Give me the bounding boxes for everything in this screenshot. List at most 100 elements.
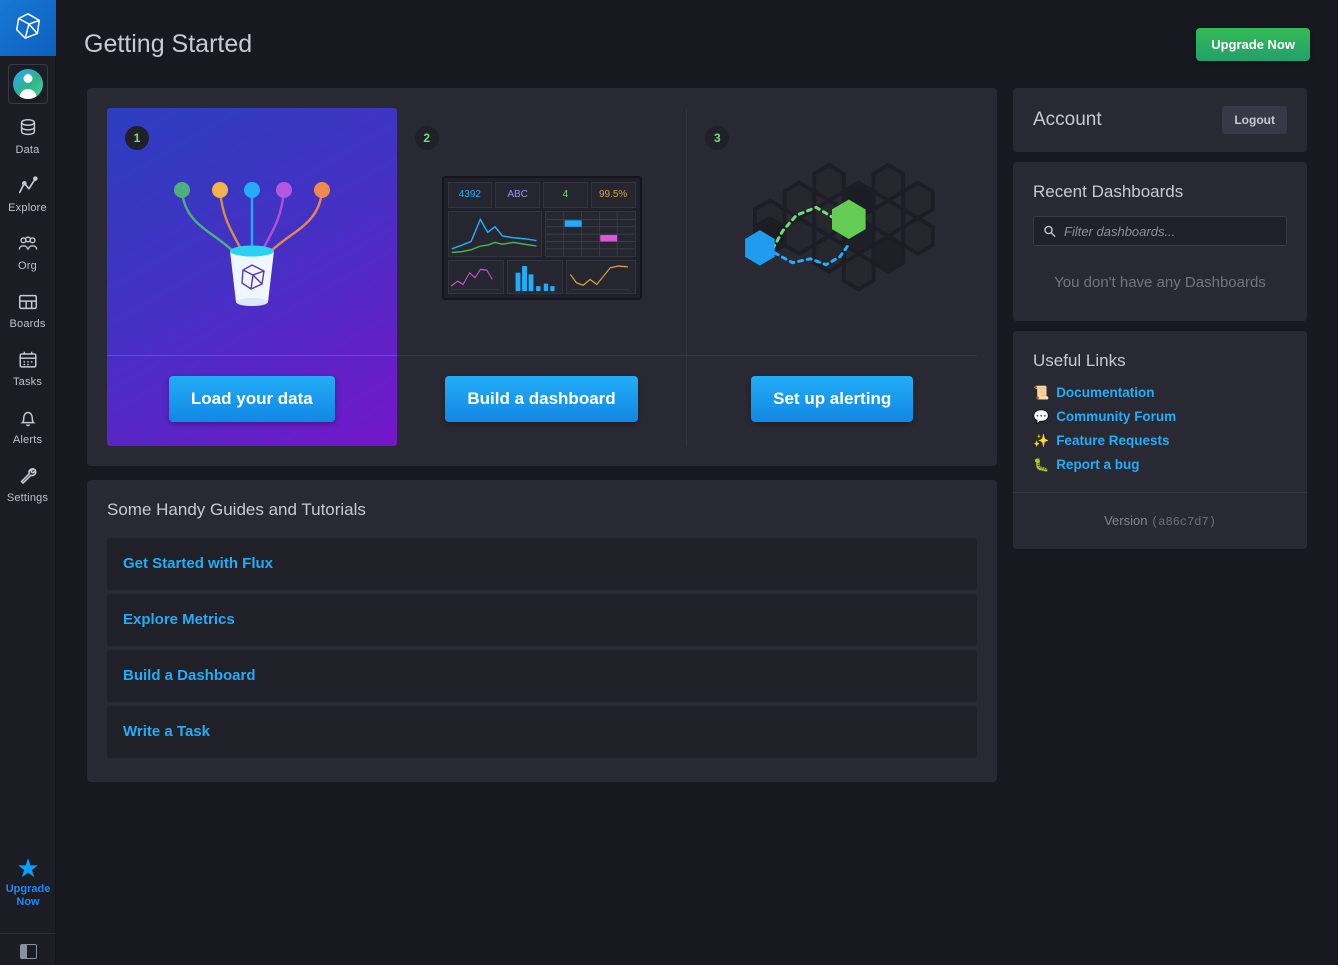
mini-gold-line-chart	[566, 260, 636, 294]
sidebar-item-label: Boards	[9, 318, 45, 330]
app-logo-button[interactable]	[0, 0, 56, 56]
wrench-icon	[17, 464, 39, 488]
account-panel: Account Logout	[1013, 88, 1307, 152]
step-number-badge: 2	[415, 126, 439, 150]
mini-line-chart	[448, 211, 542, 257]
step-card-build-dashboard: 2 4392 ABC 4 99.5%	[397, 108, 688, 446]
line-chart-icon	[17, 174, 39, 198]
guide-link-write-a-task[interactable]: Write a Task	[123, 723, 210, 740]
sidebar-item-settings[interactable]: Settings	[0, 452, 56, 510]
sidebar-upgrade-now-button[interactable]: ★ Upgrade Now	[0, 855, 56, 909]
upgrade-line-2: Now	[16, 896, 39, 908]
speech-balloon-icon: 💬	[1033, 410, 1049, 423]
step-card-set-up-alerting: 3	[687, 108, 977, 446]
influx-logo-icon	[13, 11, 43, 46]
guide-link-explore-metrics[interactable]: Explore Metrics	[123, 611, 235, 628]
sidebar-item-label: Data	[15, 144, 39, 156]
expand-panel-icon	[20, 944, 37, 959]
mini-stat-cell: 4	[543, 182, 588, 208]
upgrade-line-1: Upgrade	[6, 883, 51, 895]
page-header: Getting Started Upgrade Now	[56, 0, 1338, 88]
guides-title: Some Handy Guides and Tutorials	[107, 500, 977, 520]
mini-bar-chart	[507, 260, 563, 294]
dashboard-filter-box[interactable]	[1033, 216, 1287, 246]
useful-links-panel: Useful Links 📜 Documentation 💬 Community…	[1013, 331, 1307, 549]
version-label: Version	[1104, 513, 1147, 528]
useful-links-title: Useful Links	[1033, 351, 1287, 371]
list-item[interactable]: Explore Metrics	[107, 594, 977, 646]
set-up-alerting-button[interactable]: Set up alerting	[751, 376, 913, 422]
sidebar-item-org[interactable]: Org	[0, 220, 56, 278]
list-item[interactable]: 📜 Documentation	[1033, 385, 1287, 400]
database-icon	[17, 116, 39, 140]
mini-heatmap-table	[545, 211, 636, 257]
step-illustration	[107, 108, 397, 355]
account-title: Account	[1033, 109, 1102, 131]
sidebar-item-label: Settings	[7, 492, 48, 504]
page-content: 1	[56, 88, 1338, 782]
useful-links-list: 📜 Documentation 💬 Community Forum ✨ Feat…	[1033, 385, 1287, 476]
list-item[interactable]: Build a Dashboard	[107, 650, 977, 702]
step-illustration	[687, 108, 977, 355]
left-navigation-bar: Data Explore Org	[0, 0, 56, 965]
scroll-icon: 📜	[1033, 386, 1049, 399]
step-footer: Build a dashboard	[397, 355, 687, 446]
sidebar-item-explore[interactable]: Explore	[0, 162, 56, 220]
mini-dashboard-icon: 4392 ABC 4 99.5%	[442, 176, 642, 300]
avatar-body	[19, 89, 36, 99]
guide-link-get-started-with-flux[interactable]: Get Started with Flux	[123, 555, 273, 572]
mini-dashboard-stat-row: 4392 ABC 4 99.5%	[448, 182, 636, 208]
avatar	[13, 69, 43, 99]
build-a-dashboard-button[interactable]: Build a dashboard	[445, 376, 637, 422]
expand-navbar-button[interactable]	[0, 933, 56, 959]
list-item[interactable]: Write a Task	[107, 706, 977, 758]
dashboard-grid-icon	[17, 290, 39, 314]
step-number-badge: 1	[125, 126, 149, 150]
sidebar-item-label: Explore	[8, 202, 47, 214]
people-icon	[17, 232, 39, 256]
guide-link-build-a-dashboard[interactable]: Build a Dashboard	[123, 667, 256, 684]
page-title: Getting Started	[84, 30, 252, 59]
user-avatar-button[interactable]	[8, 64, 48, 104]
load-your-data-button[interactable]: Load your data	[169, 376, 335, 422]
search-icon	[1043, 225, 1056, 238]
avatar-head	[23, 74, 32, 83]
version-footer: Version (a86c7d7)	[1013, 492, 1307, 549]
recent-dashboards-title: Recent Dashboards	[1033, 182, 1287, 202]
list-item[interactable]: 💬 Community Forum	[1033, 409, 1287, 424]
list-item[interactable]: 🐛 Report a bug	[1033, 457, 1287, 472]
star-icon: ★	[16, 855, 39, 881]
bug-icon: 🐛	[1033, 458, 1049, 471]
mini-stat-cell: 99.5%	[591, 182, 636, 208]
step-card-load-data: 1	[107, 108, 397, 446]
logout-button[interactable]: Logout	[1222, 106, 1287, 134]
sidebar-item-boards[interactable]: Boards	[0, 278, 56, 336]
sidebar-item-alerts[interactable]: Alerts	[0, 394, 56, 452]
page-container: Getting Started Upgrade Now 1	[56, 0, 1338, 965]
link-documentation[interactable]: Documentation	[1056, 385, 1154, 400]
getting-started-steps-panel: 1	[87, 88, 997, 466]
sparkles-icon: ✨	[1033, 434, 1049, 447]
sidebar-item-label: Tasks	[13, 376, 42, 388]
link-report-a-bug[interactable]: Report a bug	[1056, 457, 1139, 472]
list-item[interactable]: Get Started with Flux	[107, 538, 977, 590]
bucket-with-data-streams-icon	[127, 163, 377, 313]
main-column: 1	[87, 88, 997, 782]
sidebar-item-tasks[interactable]: Tasks	[0, 336, 56, 394]
guides-and-tutorials-panel: Some Handy Guides and Tutorials Get Star…	[87, 480, 997, 782]
list-item[interactable]: ✨ Feature Requests	[1033, 433, 1287, 448]
version-hash: (a86c7d7)	[1151, 515, 1216, 529]
hexagon-alert-map-icon	[712, 154, 952, 322]
sidebar-item-label: Alerts	[13, 434, 42, 446]
link-feature-requests[interactable]: Feature Requests	[1056, 433, 1169, 448]
link-community-forum[interactable]: Community Forum	[1056, 409, 1176, 424]
mini-magenta-line-chart	[448, 260, 504, 294]
upgrade-now-button[interactable]: Upgrade Now	[1196, 28, 1310, 61]
step-illustration: 4392 ABC 4 99.5%	[397, 108, 687, 355]
calendar-icon	[17, 348, 39, 372]
search-input[interactable]	[1064, 224, 1286, 239]
sidebar-item-data[interactable]: Data	[0, 104, 56, 162]
sidebar-item-label: Org	[18, 260, 37, 272]
dashboards-empty-message: You don't have any Dashboards	[1033, 246, 1287, 301]
mini-stat-cell: ABC	[495, 182, 540, 208]
